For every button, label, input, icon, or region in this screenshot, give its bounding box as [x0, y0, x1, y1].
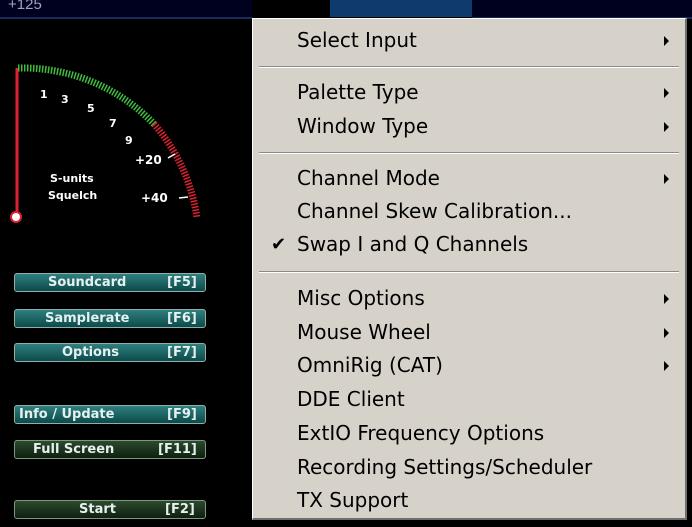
- button-shortcut: [F7]: [167, 345, 197, 360]
- menu-separator: [259, 271, 679, 273]
- s-units-label: S-units: [50, 172, 94, 185]
- options-context-menu: Select Input Palette Type Window Type Ch…: [252, 18, 687, 520]
- s-meter-tick-label: 5: [87, 102, 95, 115]
- menu-item-label: TX Support: [297, 488, 409, 512]
- button-shortcut: [F6]: [167, 311, 197, 326]
- menu-separator: [259, 152, 679, 154]
- samplerate-button[interactable]: Samplerate [F6]: [14, 309, 206, 328]
- s-meter-arc-green: [17, 64, 157, 127]
- frequency-scale-strip: [472, 0, 692, 19]
- menu-item-label: Palette Type: [297, 80, 419, 104]
- button-shortcut: [F11]: [158, 442, 197, 457]
- button-label: Start: [79, 502, 116, 517]
- frequency-highlight: [330, 0, 472, 17]
- s-meter: 1 3 5 7 9 +20 +40 S-units Squelch: [4, 60, 214, 230]
- submenu-arrow-icon: [664, 361, 669, 371]
- menu-item-swap-i-q-channels[interactable]: ✔ Swap I and Q Channels: [255, 228, 683, 261]
- menu-item-select-input[interactable]: Select Input: [255, 24, 683, 57]
- menu-item-label: Misc Options: [297, 286, 425, 310]
- full-screen-button[interactable]: Full Screen [F11]: [14, 440, 206, 459]
- menu-item-dde-client[interactable]: DDE Client: [255, 383, 683, 416]
- s-meter-tick-label: 9: [125, 134, 133, 147]
- submenu-arrow-icon: [664, 36, 669, 46]
- button-shortcut: [F2]: [165, 502, 195, 517]
- submenu-arrow-icon: [664, 88, 669, 98]
- squelch-handle: [10, 211, 22, 223]
- frequency-scale-label: +125: [8, 0, 42, 13]
- options-button[interactable]: Options [F7]: [14, 343, 206, 362]
- control-panel: +125 1 3 5 7 9 +20 +40 S-units Squelch S…: [0, 0, 252, 527]
- frequency-scale-bar: +125: [0, 0, 252, 19]
- button-label: Samplerate: [45, 311, 130, 326]
- button-shortcut: [F9]: [167, 407, 197, 422]
- soundcard-button[interactable]: Soundcard [F5]: [14, 273, 206, 292]
- menu-item-recording-settings-scheduler[interactable]: Recording Settings/Scheduler: [255, 451, 683, 484]
- menu-item-label: Window Type: [297, 114, 429, 138]
- submenu-arrow-icon: [664, 174, 669, 184]
- menu-item-tx-support[interactable]: TX Support: [255, 484, 683, 517]
- menu-item-window-type[interactable]: Window Type: [255, 110, 683, 143]
- s-meter-tick: [178, 196, 189, 199]
- menu-item-label: Channel Skew Calibration...: [297, 199, 572, 223]
- button-shortcut: [F5]: [167, 275, 197, 290]
- menu-item-channel-skew-calibration[interactable]: Channel Skew Calibration...: [255, 195, 683, 228]
- submenu-arrow-icon: [664, 328, 669, 338]
- s-meter-tick-label: +40: [141, 191, 168, 205]
- menu-item-misc-options[interactable]: Misc Options: [255, 282, 683, 315]
- menu-item-label: Swap I and Q Channels: [297, 232, 529, 256]
- menu-item-extio-frequency-options[interactable]: ExtIO Frequency Options: [255, 417, 683, 450]
- menu-item-palette-type[interactable]: Palette Type: [255, 76, 683, 109]
- menu-item-mouse-wheel[interactable]: Mouse Wheel: [255, 316, 683, 349]
- menu-item-omnirig-cat[interactable]: OmniRig (CAT): [255, 349, 683, 382]
- menu-item-label: ExtIO Frequency Options: [297, 421, 545, 445]
- menu-item-label: DDE Client: [297, 387, 405, 411]
- s-meter-tick-label: 1: [40, 88, 48, 101]
- button-label: Info / Update: [19, 407, 115, 422]
- submenu-arrow-icon: [664, 122, 669, 132]
- start-button[interactable]: Start [F2]: [14, 500, 206, 519]
- app-window: +125 1 3 5 7 9 +20 +40 S-units Squelch S…: [0, 0, 692, 527]
- s-meter-tick-label: 3: [61, 93, 69, 106]
- submenu-arrow-icon: [664, 294, 669, 304]
- s-meter-tick-label: +20: [135, 153, 162, 167]
- menu-item-label: OmniRig (CAT): [297, 353, 443, 377]
- button-label: Options: [62, 345, 119, 360]
- menu-item-label: Recording Settings/Scheduler: [297, 455, 593, 479]
- menu-separator: [259, 66, 679, 68]
- checkmark-icon: ✔: [271, 234, 287, 255]
- s-meter-tick-label: 7: [109, 117, 117, 130]
- menu-item-label: Select Input: [297, 28, 417, 52]
- squelch-label: Squelch: [48, 189, 97, 202]
- menu-item-channel-mode[interactable]: Channel Mode: [255, 162, 683, 195]
- info-update-button[interactable]: Info / Update [F9]: [14, 405, 206, 424]
- menu-item-label: Channel Mode: [297, 166, 440, 190]
- button-label: Soundcard: [48, 275, 127, 290]
- button-label: Full Screen: [33, 442, 115, 457]
- s-meter-graphic: 1 3 5 7 9 +20 +40 S-units Squelch: [10, 64, 201, 223]
- menu-item-label: Mouse Wheel: [297, 320, 431, 344]
